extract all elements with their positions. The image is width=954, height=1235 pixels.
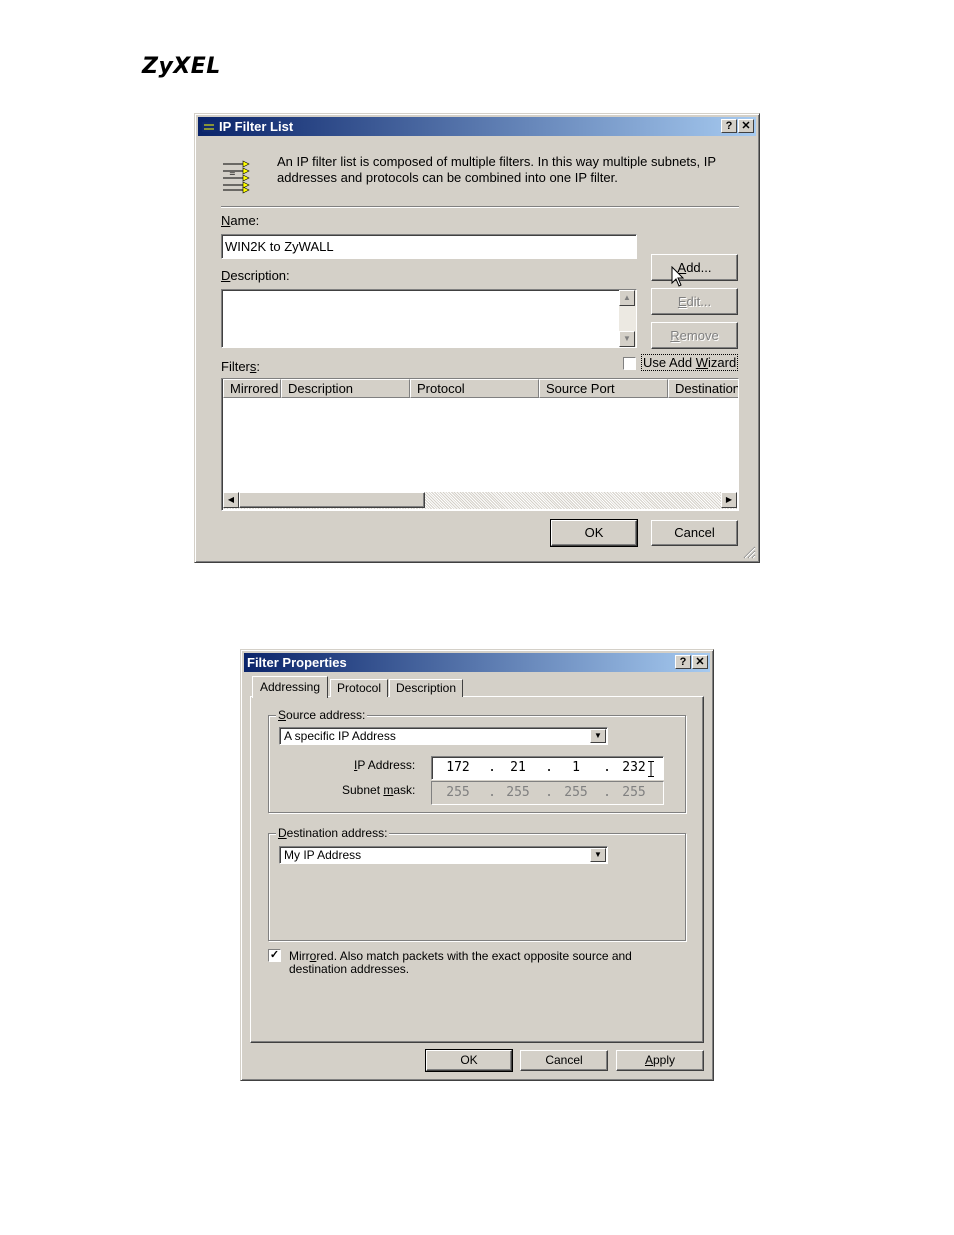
ip-octet-2[interactable]: 21	[500, 757, 536, 779]
filter-list-icon	[202, 122, 216, 132]
add-button[interactable]: Add...	[651, 254, 738, 281]
description-label: Description:	[221, 268, 290, 283]
mirrored-label[interactable]: Mirrored. Also match packets with the ex…	[289, 950, 669, 976]
mirrored-checkbox[interactable]: ✓	[268, 949, 281, 962]
close-button[interactable]: ✕	[692, 655, 708, 669]
destination-address-legend: Destination address:	[276, 826, 390, 840]
column-description[interactable]: Description	[281, 379, 410, 398]
ip-dot: .	[488, 760, 496, 775]
mask-octet-3: 255	[564, 785, 588, 800]
mask-dot: .	[488, 785, 496, 800]
source-address-value: A specific IP Address	[284, 729, 396, 743]
subnet-mask-label: Subnet mask:	[342, 783, 416, 797]
help-button[interactable]: ?	[675, 655, 691, 669]
horizontal-scroll-thumb[interactable]	[239, 492, 425, 508]
description-textarea[interactable]: ▲ ▼	[221, 289, 637, 348]
svg-text:=: =	[229, 169, 236, 178]
intro-text: An IP filter list is composed of multipl…	[277, 154, 716, 185]
cancel-button[interactable]: Cancel	[651, 520, 738, 546]
ip-filter-list-dialog: IP Filter List ? ✕ = An IP filter list i…	[194, 113, 760, 563]
tab-protocol[interactable]: Protocol	[330, 679, 388, 697]
scroll-right-arrow-icon[interactable]: ▶	[721, 492, 737, 508]
description-scrollbar[interactable]: ▲ ▼	[619, 290, 636, 347]
column-source-port[interactable]: Source Port	[539, 379, 668, 398]
filters-label: Filters:	[221, 359, 261, 374]
filter-properties-title: Filter Properties	[247, 655, 347, 670]
filter-properties-dialog: Filter Properties ? ✕ Addressing Protoco…	[240, 649, 714, 1081]
chevron-down-icon[interactable]: ▼	[590, 848, 606, 862]
zyxel-logo: ZyXEL	[142, 54, 221, 79]
mask-octet-1: 255	[446, 785, 470, 800]
resize-grip-icon[interactable]	[742, 545, 756, 559]
horizontal-scrollbar[interactable]: ◀ ▶	[223, 492, 737, 509]
close-button[interactable]: ✕	[738, 119, 754, 133]
destination-address-select[interactable]: My IP Address ▼	[279, 846, 608, 864]
mask-dot: .	[545, 785, 553, 800]
help-button[interactable]: ?	[721, 119, 737, 133]
ip-address-input[interactable]: 172 . 21 . 1 . 232	[431, 756, 664, 780]
ip-dot: .	[603, 760, 611, 775]
filters-list[interactable]: Mirrored Description Protocol Source Por…	[221, 378, 739, 511]
mask-octet-4: 255	[622, 785, 646, 800]
chevron-down-icon[interactable]: ▼	[590, 729, 606, 743]
column-mirrored[interactable]: Mirrored	[223, 379, 281, 398]
ok-button[interactable]: OK	[425, 1049, 513, 1072]
ip-octet-3[interactable]: 1	[558, 757, 594, 779]
cancel-button[interactable]: Cancel	[520, 1050, 608, 1071]
mouse-cursor-icon	[671, 266, 685, 287]
mask-dot: .	[603, 785, 611, 800]
ip-filter-list-titlebar[interactable]: IP Filter List ? ✕	[198, 117, 756, 136]
tab-description[interactable]: Description	[389, 679, 463, 697]
edit-button[interactable]: Edit...	[651, 288, 738, 315]
scroll-left-arrow-icon[interactable]: ◀	[223, 492, 239, 508]
scroll-up-arrow-icon[interactable]: ▲	[619, 290, 635, 306]
divider	[221, 206, 739, 208]
use-add-wizard-label[interactable]: Use Add Wizard	[640, 354, 739, 371]
use-add-wizard-checkbox[interactable]	[623, 357, 636, 370]
mask-octet-2: 255	[506, 785, 530, 800]
tab-addressing[interactable]: Addressing	[252, 676, 328, 698]
destination-address-value: My IP Address	[284, 848, 362, 862]
name-input-value: WIN2K to ZyWALL	[225, 239, 334, 254]
name-label: Name:	[221, 213, 260, 228]
source-address-legend: Source address:	[276, 708, 368, 722]
ip-dot: .	[545, 760, 553, 775]
apply-button[interactable]: Apply	[616, 1050, 704, 1071]
remove-button[interactable]: Remove	[651, 322, 738, 349]
ip-address-label: IP Address:	[354, 758, 416, 772]
column-destination[interactable]: Destination	[668, 379, 738, 398]
ip-octet-4[interactable]: 232	[616, 757, 652, 779]
column-protocol[interactable]: Protocol	[410, 379, 539, 398]
ip-octet-1[interactable]: 172	[440, 757, 476, 779]
name-input[interactable]: WIN2K to ZyWALL	[221, 234, 637, 259]
scroll-down-arrow-icon[interactable]: ▼	[619, 331, 635, 347]
ip-filter-list-title: IP Filter List	[219, 119, 294, 134]
filter-list-large-icon: =	[223, 160, 250, 194]
subnet-mask-input: 255 . 255 . 255 . 255	[431, 781, 664, 805]
text-cursor-icon	[648, 761, 654, 777]
source-address-select[interactable]: A specific IP Address ▼	[279, 727, 608, 745]
filter-properties-titlebar[interactable]: Filter Properties ? ✕	[244, 653, 710, 672]
ok-button[interactable]: OK	[550, 519, 638, 547]
